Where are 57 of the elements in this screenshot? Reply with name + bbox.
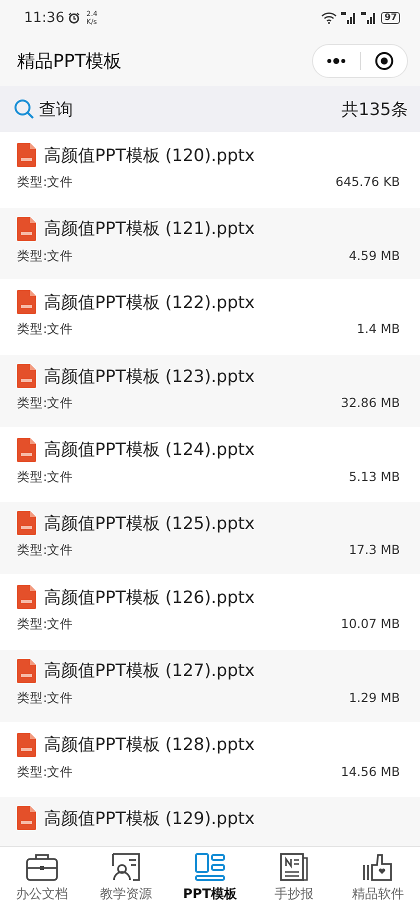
teacher-board-icon xyxy=(109,852,143,882)
file-name[interactable]: 高颜值PPT模板 (123).pptx xyxy=(44,364,255,388)
wifi-icon xyxy=(321,12,338,24)
battery-level: 97 xyxy=(381,12,400,24)
search-icon[interactable] xyxy=(13,98,35,120)
file-type: 类型:文件 xyxy=(17,764,74,780)
ppt-file-icon xyxy=(17,511,36,536)
file-name[interactable]: 高颜值PPT模板 (120).pptx xyxy=(44,144,255,166)
ppt-file-icon xyxy=(17,216,36,241)
file-type: 类型:文件 xyxy=(17,395,74,412)
ppt-file-icon xyxy=(17,732,36,756)
file-type: 类型:文件 xyxy=(17,248,74,265)
file-size: 1.29 MB xyxy=(348,690,400,707)
ppt-file-icon xyxy=(17,658,36,683)
file-size: 17.3 MB xyxy=(348,542,400,560)
file-name[interactable]: 高颜值PPT模板 (122).pptx xyxy=(44,290,255,314)
file-type: 类型:文件 xyxy=(17,542,74,560)
tab-item[interactable]: 教学资源 xyxy=(84,847,168,907)
ppt-file-icon xyxy=(17,290,36,314)
clock-time: 11:36 xyxy=(24,10,64,26)
signal-icon xyxy=(361,12,378,24)
ppt-file-icon xyxy=(17,585,36,610)
file-name[interactable]: 高颜值PPT模板 (128).pptx xyxy=(44,733,255,756)
file-size: 5.13 MB xyxy=(348,468,400,486)
file-name[interactable]: 高颜值PPT模板 (124).pptx xyxy=(44,438,255,462)
file-size: 10.07 MB xyxy=(340,616,400,634)
file-name[interactable]: 高颜值PPT模板 (121).pptx xyxy=(44,217,255,240)
ppt-file-icon xyxy=(17,143,36,167)
ppt-file-icon xyxy=(17,438,36,462)
search-label[interactable]: 查询 xyxy=(39,98,73,120)
tab-item[interactable]: 手抄报 xyxy=(252,847,336,907)
page-title: 精品PPT模板 xyxy=(17,50,123,73)
file-name[interactable]: 高颜值PPT模板 (125).pptx xyxy=(44,512,255,535)
file-size: 4.59 MB xyxy=(348,248,400,265)
file-type: 类型:文件 xyxy=(17,321,74,338)
thumbs-up-icon xyxy=(361,852,395,882)
file-type: 类型:文件 xyxy=(17,690,74,707)
file-size: 32.86 MB xyxy=(340,395,400,412)
file-name[interactable]: 高颜值PPT模板 (126).pptx xyxy=(44,586,255,609)
briefcase-icon xyxy=(25,852,59,882)
result-count: 共135条 xyxy=(342,98,408,120)
file-size: 14.56 MB xyxy=(340,764,400,780)
file-type: 类型:文件 xyxy=(17,616,74,634)
file-size: 645.76 KB xyxy=(336,174,400,191)
file-type: 类型:文件 xyxy=(17,468,74,486)
signal-icon xyxy=(341,12,358,24)
alarm-icon xyxy=(68,12,80,24)
file-type: 类型:文件 xyxy=(17,174,74,191)
tab-item[interactable]: 精品软件 xyxy=(336,847,420,907)
layout-icon xyxy=(193,852,227,882)
ppt-file-icon xyxy=(17,806,36,830)
tab-item[interactable]: 办公文档 xyxy=(0,847,84,907)
file-name[interactable]: 高颜值PPT模板 (127).pptx xyxy=(44,659,255,682)
tab-item[interactable]: PPT模板 xyxy=(168,847,252,907)
newspaper-icon xyxy=(277,852,311,882)
ppt-file-icon xyxy=(17,364,36,388)
file-size: 1.4 MB xyxy=(356,321,400,338)
